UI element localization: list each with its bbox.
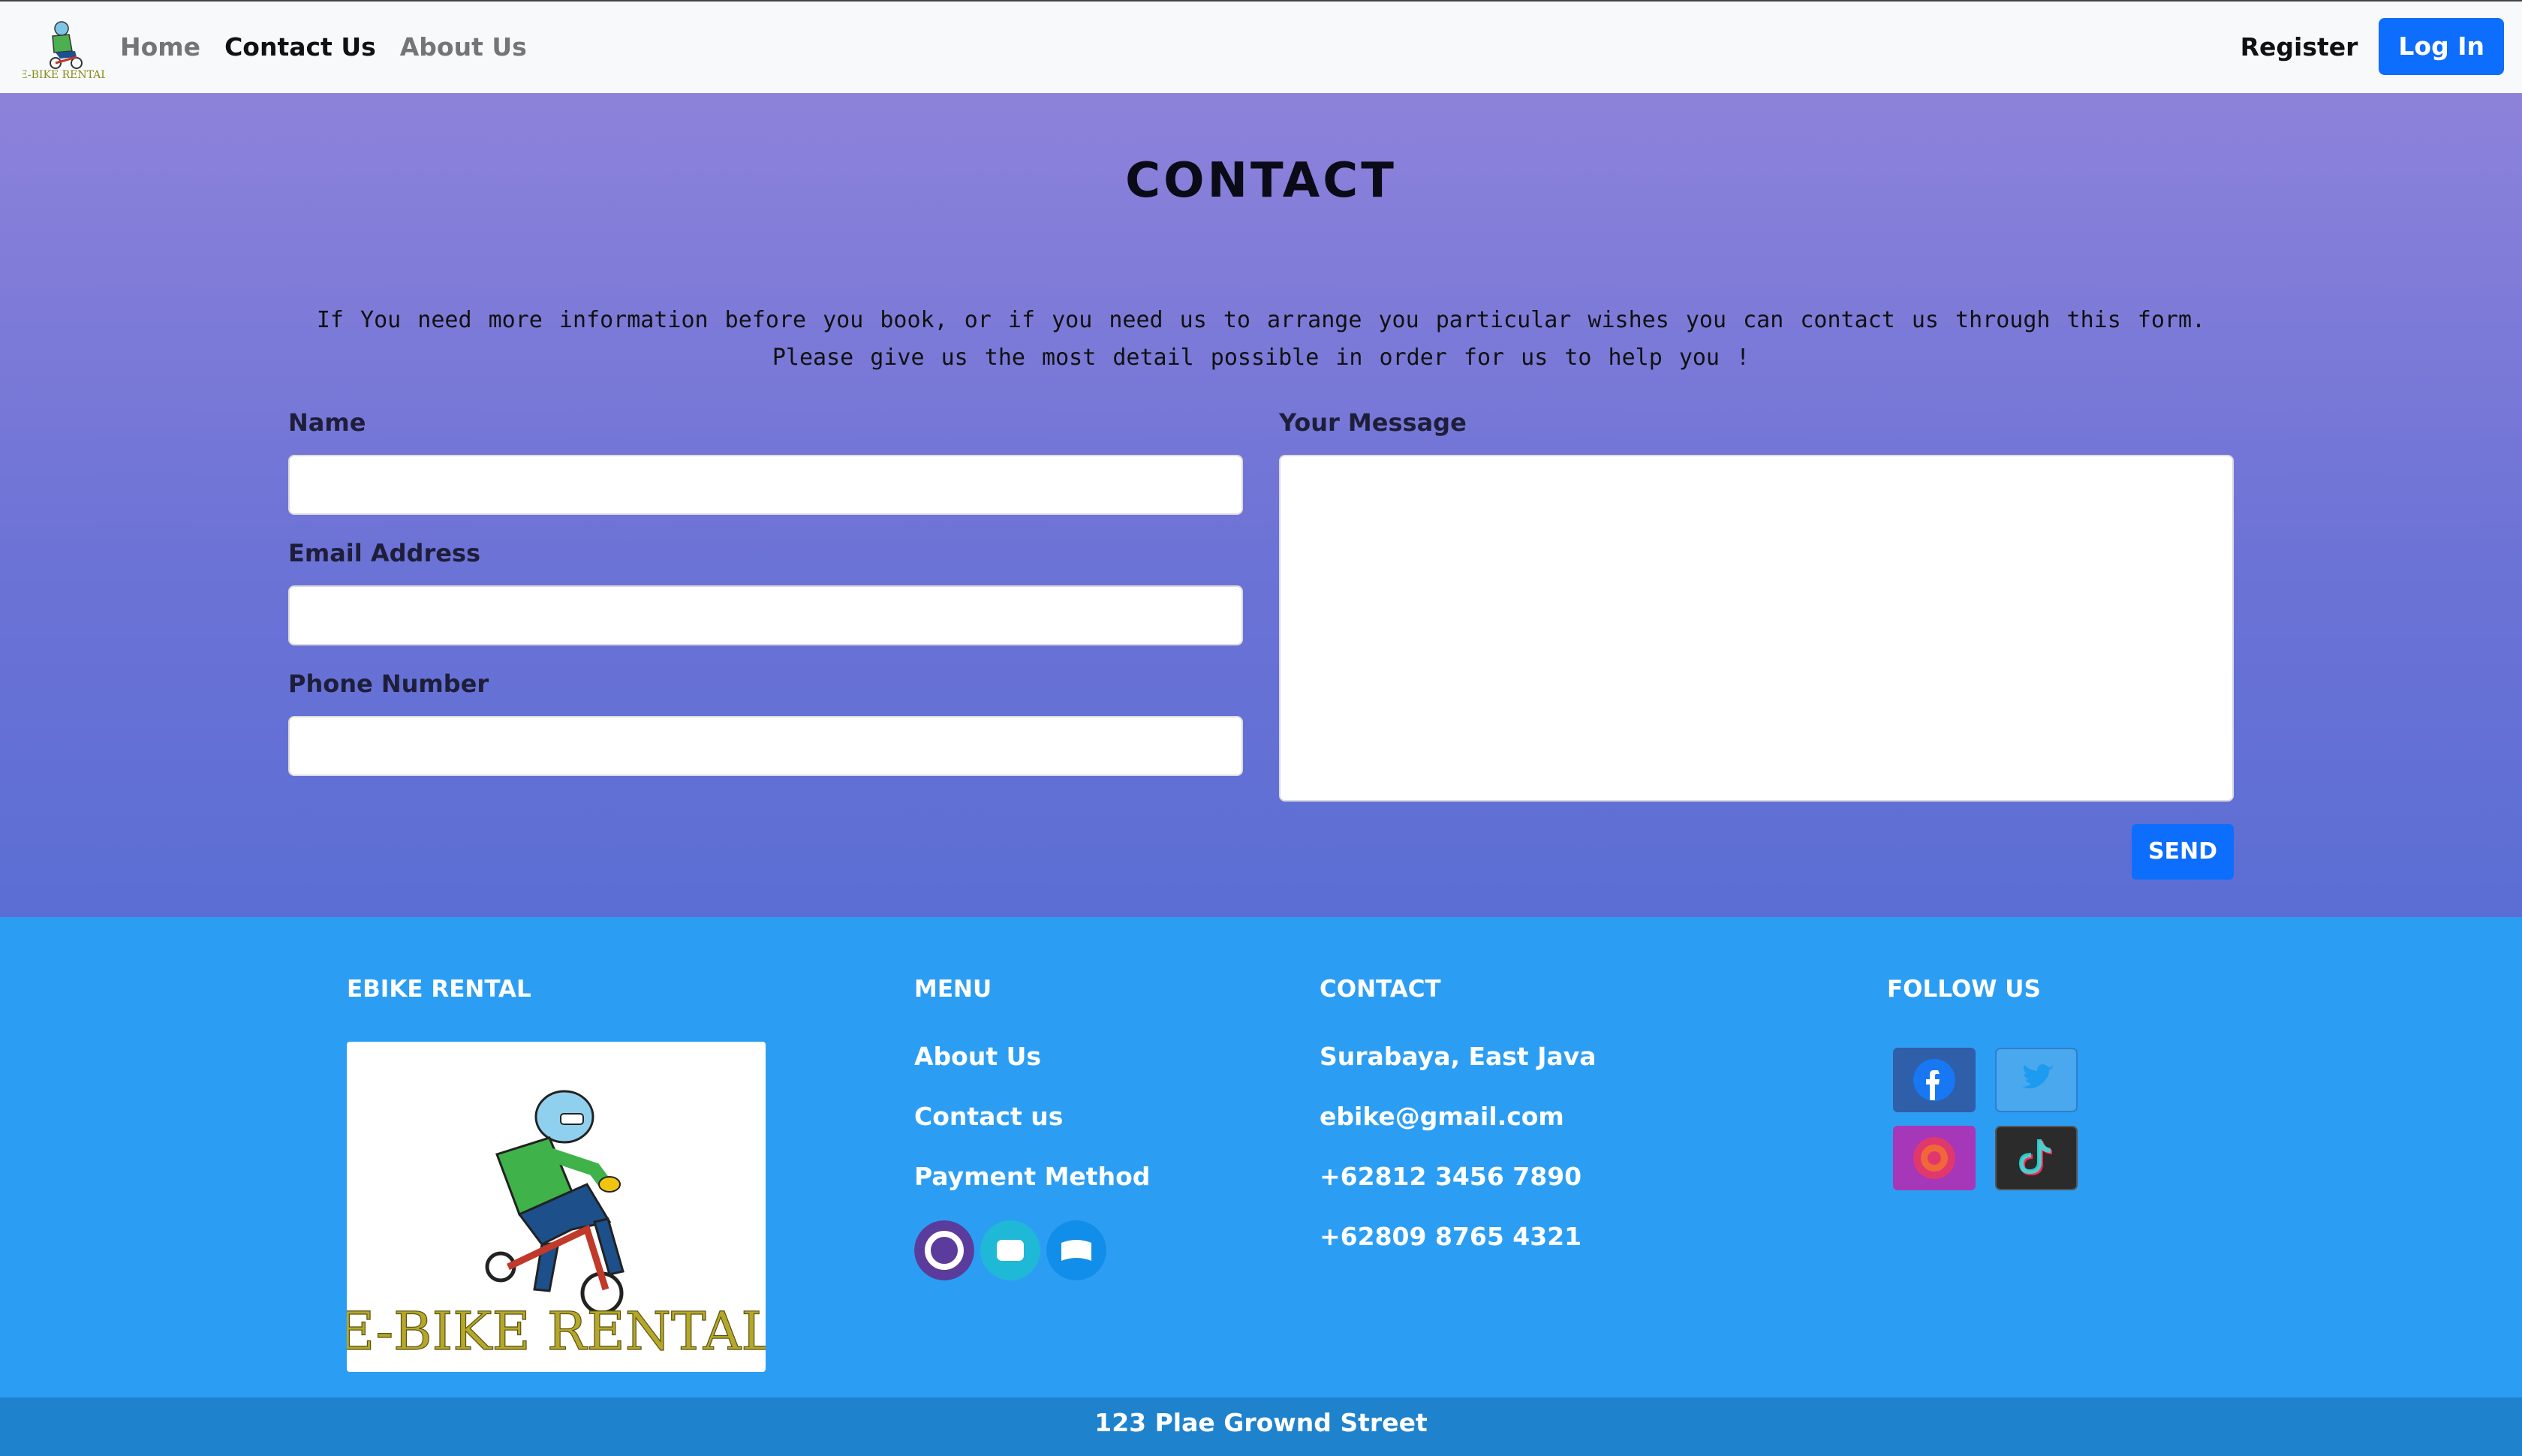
footer-logo-text: E-BIKE RENTAL	[347, 1301, 766, 1362]
contact-intro: If You need more information before you …	[0, 302, 2522, 377]
send-button[interactable]: SEND	[2132, 824, 2234, 880]
footer-bottom-bar: 123 Plae Grownd Street	[0, 1397, 2522, 1456]
dana-icon[interactable]	[1046, 1220, 1106, 1280]
footer-about-us-link[interactable]: About Us	[914, 1042, 1041, 1071]
nav-links: Home Contact Us About Us	[120, 2, 527, 92]
nav-home[interactable]: Home	[120, 32, 200, 62]
brand-logo-icon[interactable]: E-BIKE RENTAL	[23, 18, 105, 83]
footer-payment-method-link[interactable]: Payment Method	[914, 1162, 1150, 1191]
nav-about-us[interactable]: About Us	[400, 32, 527, 62]
footer-phone-1: +62812 3456 7890	[1320, 1162, 1582, 1191]
nav-auth: Register Log In	[2241, 18, 2504, 75]
footer-brand-heading: EBIKE RENTAL	[347, 976, 531, 1003]
contact-section: CONTACT If You need more information bef…	[0, 93, 2522, 917]
footer-brand-logo: E-BIKE RENTAL	[336, 1042, 776, 1372]
login-button[interactable]: Log In	[2379, 18, 2504, 75]
navbar: E-BIKE RENTAL Home Contact Us About Us R…	[0, 0, 2522, 93]
phone-input[interactable]	[288, 716, 1243, 776]
email-input[interactable]	[288, 585, 1243, 645]
intro-line-1: If You need more information before you …	[316, 307, 2206, 333]
register-link[interactable]: Register	[2241, 32, 2358, 62]
message-textarea[interactable]	[1279, 455, 2234, 802]
intro-line-2: Please give us the most detail possible …	[772, 344, 1750, 371]
footer: EBIKE RENTAL E-BIKE RENTAL MENU About Us…	[0, 917, 2522, 1397]
ebike-rider-icon: E-BIKE RENTAL	[336, 1090, 776, 1363]
nav-contact-us[interactable]: Contact Us	[224, 32, 376, 62]
phone-label: Phone Number	[288, 669, 489, 698]
ovo-icon[interactable]	[914, 1220, 974, 1280]
svg-text:E-BIKE RENTAL: E-BIKE RENTAL	[23, 69, 105, 81]
footer-menu-heading: MENU	[914, 976, 992, 1003]
tiktok-icon[interactable]	[1995, 1126, 2078, 1190]
facebook-icon[interactable]	[1893, 1048, 1976, 1112]
twitter-icon[interactable]	[1995, 1048, 2078, 1112]
contact-title: CONTACT	[1125, 153, 1397, 209]
name-label: Name	[288, 408, 366, 437]
email-label: Email Address	[288, 539, 481, 567]
name-input[interactable]	[288, 455, 1243, 515]
message-label: Your Message	[1279, 408, 1467, 437]
wallet-icon[interactable]	[980, 1220, 1040, 1280]
footer-phone-2: +62809 8765 4321	[1320, 1222, 1582, 1251]
footer-follow-heading: FOLLOW US	[1887, 976, 2041, 1003]
footer-location: Surabaya, East Java	[1320, 1042, 1597, 1071]
footer-address: 123 Plae Grownd Street	[1094, 1408, 1428, 1437]
footer-contact-us-link[interactable]: Contact us	[914, 1102, 1063, 1131]
footer-email: ebike@gmail.com	[1320, 1102, 1564, 1131]
instagram-icon[interactable]	[1893, 1126, 1976, 1190]
footer-contact-heading: CONTACT	[1320, 976, 1441, 1003]
